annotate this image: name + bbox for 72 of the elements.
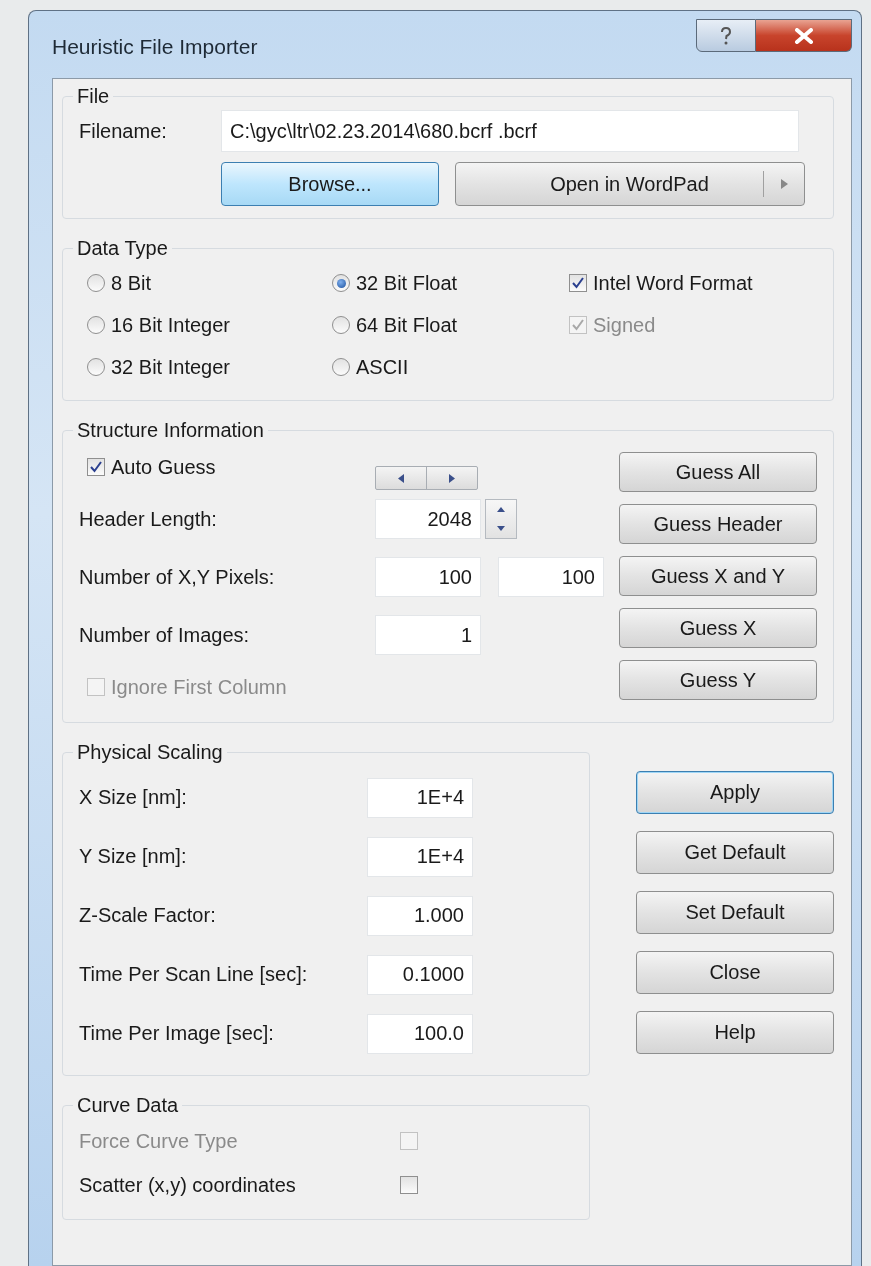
field-label: Time Per Image [sec]: xyxy=(79,1022,275,1045)
field-label: Z-Scale Factor: xyxy=(79,904,217,927)
input-field[interactable]: 1E+4 xyxy=(367,777,473,818)
guess-button[interactable]: Guess All xyxy=(619,452,817,492)
triangle-right-icon xyxy=(449,473,455,483)
input-field[interactable]: 0.1000 xyxy=(367,954,473,995)
action-button[interactable]: Set Default xyxy=(636,891,834,934)
spin-button[interactable] xyxy=(485,499,517,539)
group-title: File xyxy=(76,85,111,108)
group-title: Data Type xyxy=(76,237,169,260)
field-label: Filename: xyxy=(79,119,168,143)
input-field[interactable]: C:\gyc\ltr\02.23.2014\680.bcrf .bcrf xyxy=(221,110,799,152)
check-icon xyxy=(571,318,585,332)
scroll-arrows[interactable] xyxy=(375,466,478,490)
checkbox-label: Force Curve Type xyxy=(79,1129,239,1153)
checkbox-label: Auto Guess xyxy=(111,455,216,479)
radio-label: 64 Bit Float xyxy=(356,313,458,337)
checkbox[interactable] xyxy=(400,1176,418,1194)
radio-label: ASCII xyxy=(356,355,409,379)
check-icon xyxy=(571,276,585,290)
radio-label: 32 Bit Integer xyxy=(111,355,230,379)
radio-button[interactable] xyxy=(87,274,105,292)
field-label: X Size [nm]: xyxy=(79,786,188,809)
help-icon xyxy=(719,25,733,46)
group-title: Curve Data xyxy=(76,1094,180,1117)
action-button[interactable]: Close xyxy=(636,951,834,994)
field-label: Header Length: xyxy=(79,507,218,531)
close-button[interactable] xyxy=(756,19,852,52)
input-field[interactable]: 1E+4 xyxy=(367,836,473,877)
group-title: Physical Scaling xyxy=(76,741,224,764)
check-icon xyxy=(89,460,103,474)
field-label: Number of Images: xyxy=(79,623,251,647)
guess-button[interactable]: Guess Header xyxy=(619,504,817,544)
open-button[interactable]: Open in WordPad xyxy=(455,162,805,206)
input-field[interactable]: 1 xyxy=(375,615,481,655)
field-label: Time Per Scan Line [sec]: xyxy=(79,963,309,986)
checkbox[interactable] xyxy=(87,458,105,476)
group-title: Structure Information xyxy=(76,419,265,442)
input-field[interactable]: 100 xyxy=(375,557,481,597)
radio-button[interactable] xyxy=(87,358,105,376)
radio-button[interactable] xyxy=(332,274,350,292)
guess-button[interactable]: Guess X xyxy=(619,608,817,648)
field-label: Number of X,Y Pixels: xyxy=(79,565,276,589)
down-arrow-icon xyxy=(497,526,505,531)
triangle-right-icon xyxy=(780,179,788,189)
input-field[interactable]: 2048 xyxy=(375,499,481,539)
checkbox-label: Signed xyxy=(593,313,656,337)
checkbox-label: Ignore First Column xyxy=(111,675,287,699)
action-button[interactable]: Help xyxy=(636,1011,834,1054)
checkbox-label: Scatter (x,y) coordinates xyxy=(79,1173,297,1197)
action-button[interactable]: Get Default xyxy=(636,831,834,874)
radio-button[interactable] xyxy=(332,358,350,376)
radio-label: 16 Bit Integer xyxy=(111,313,230,337)
up-arrow-icon xyxy=(497,507,505,512)
checkbox-label: Intel Word Format xyxy=(593,271,753,295)
radio-button[interactable] xyxy=(87,316,105,334)
action-button[interactable]: Apply xyxy=(636,771,834,814)
browse-button[interactable]: Browse... xyxy=(221,162,439,206)
checkbox[interactable] xyxy=(569,274,587,292)
radio-label: 8 Bit xyxy=(111,271,152,295)
field-label: Y Size [nm]: xyxy=(79,845,188,868)
guess-button[interactable]: Guess Y xyxy=(619,660,817,700)
triangle-left-icon xyxy=(398,473,404,483)
window-title: Heuristic File Importer xyxy=(52,35,258,59)
radio-button[interactable] xyxy=(332,316,350,334)
guess-button[interactable]: Guess X and Y xyxy=(619,556,817,596)
help-button[interactable] xyxy=(696,19,756,52)
input-field[interactable]: 100.0 xyxy=(367,1013,473,1054)
close-icon xyxy=(793,27,814,44)
input-field[interactable]: 100 xyxy=(498,557,604,597)
radio-label: 32 Bit Float xyxy=(356,271,458,295)
input-field[interactable]: 1.000 xyxy=(367,895,473,936)
